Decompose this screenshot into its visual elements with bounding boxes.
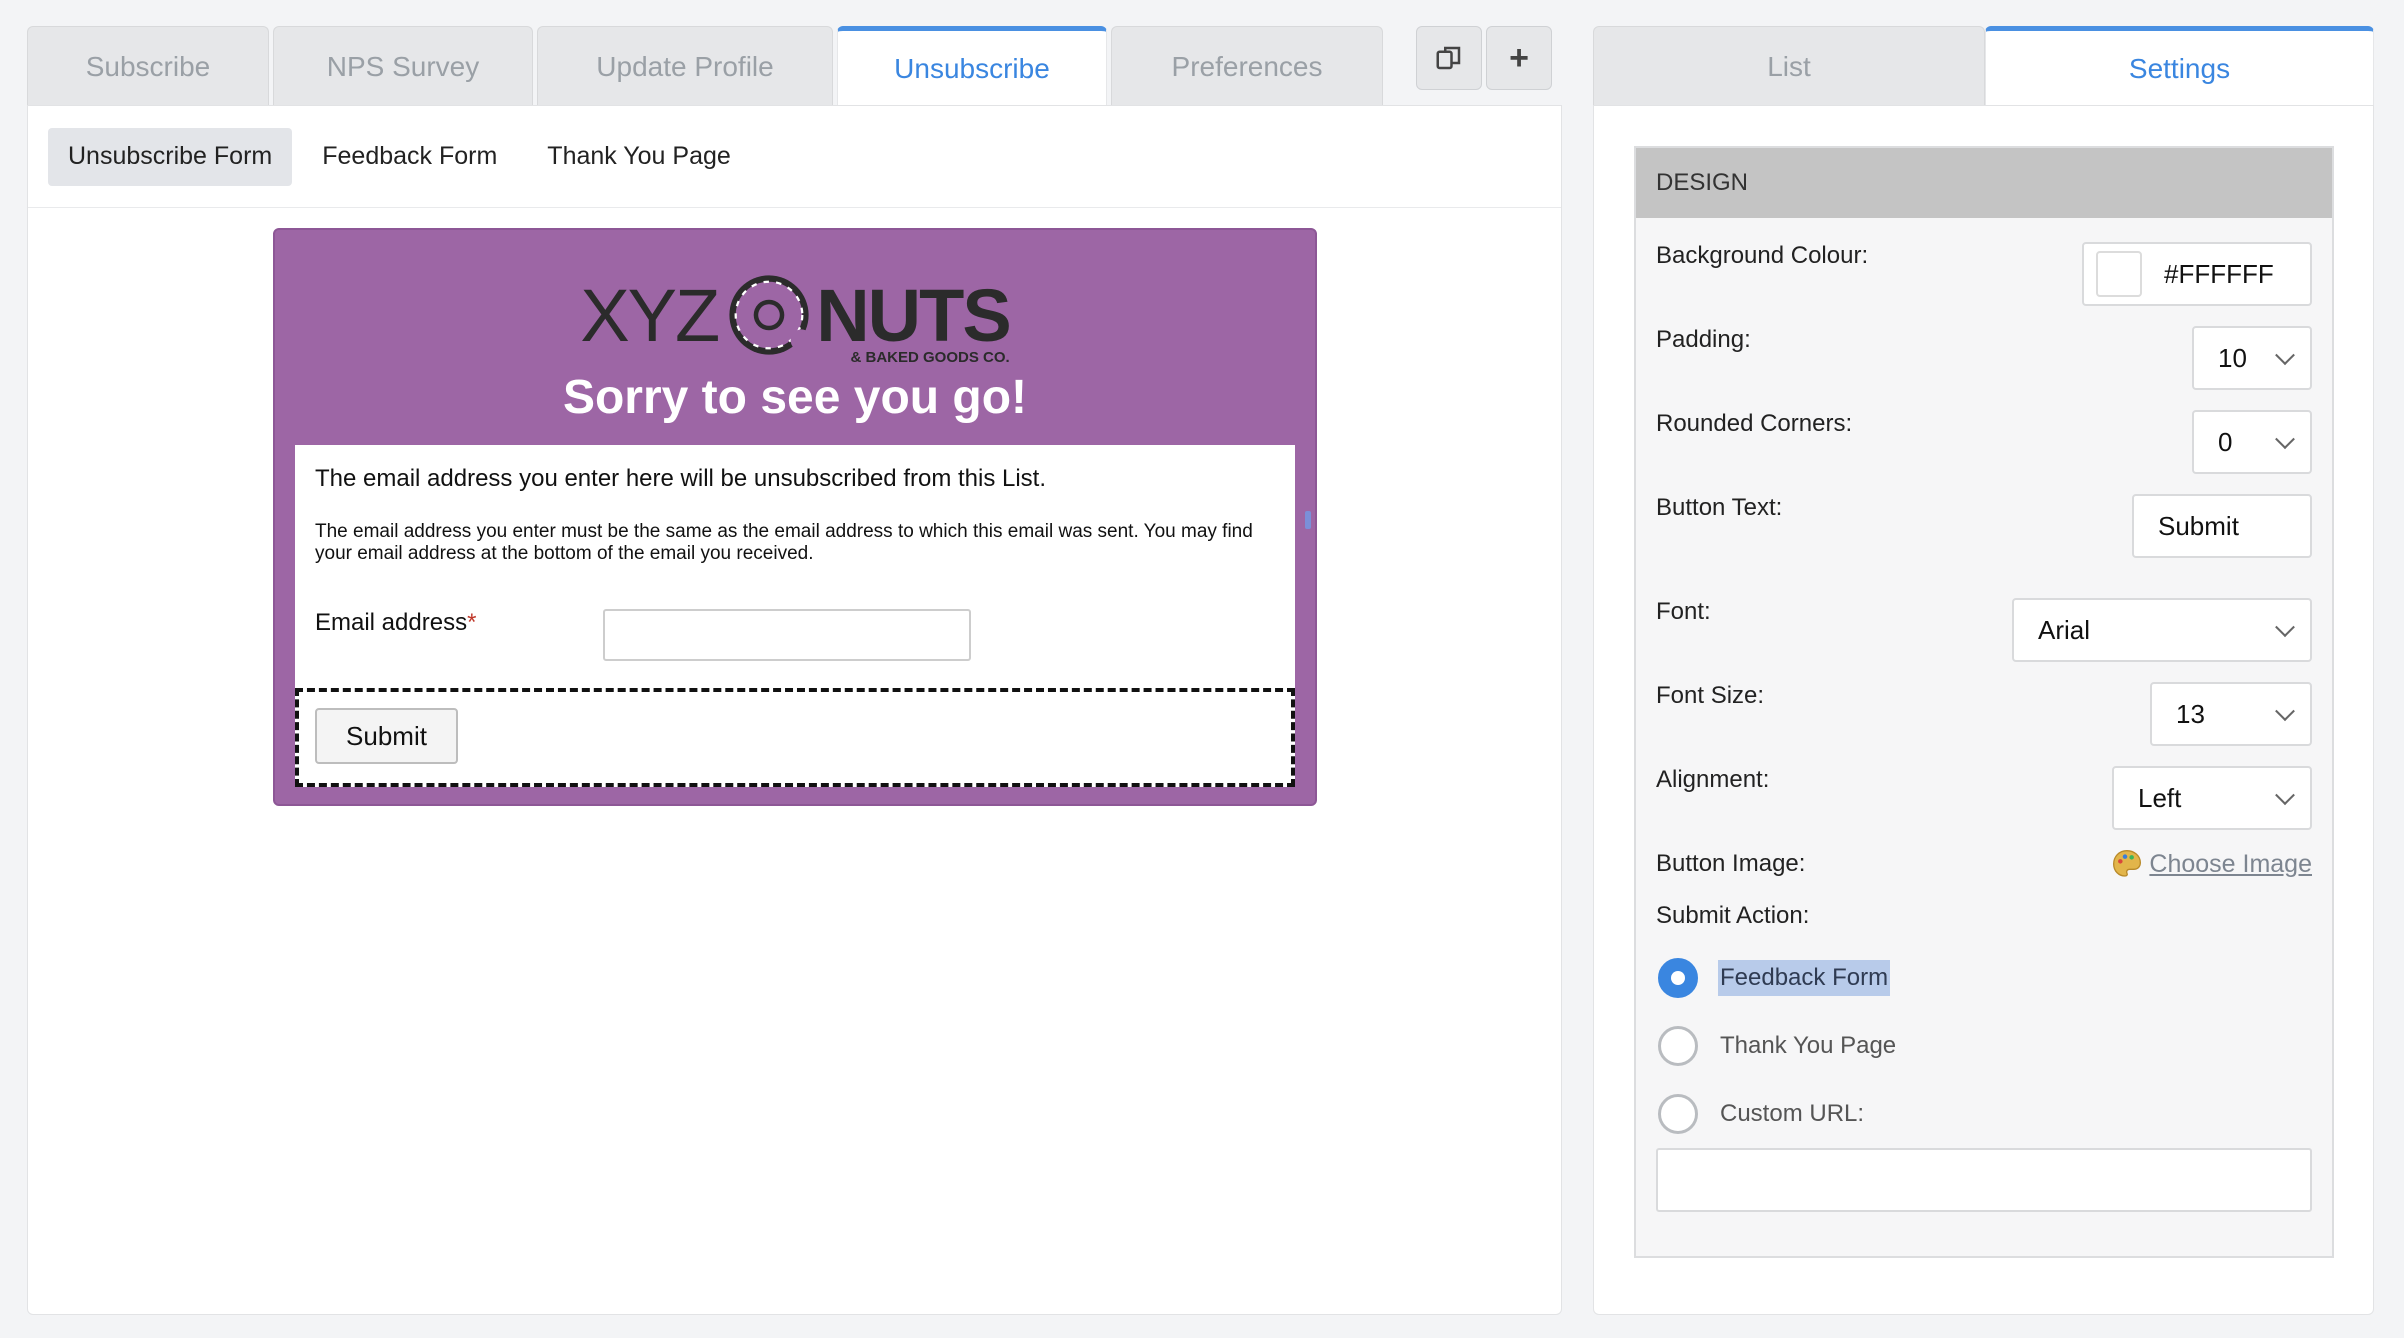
form-intro-text: The email address you enter here will be… bbox=[315, 465, 1047, 492]
tab-preferences[interactable]: Preferences bbox=[1111, 26, 1383, 106]
font-value: Arial bbox=[2038, 614, 2091, 645]
subtab-thank-you-page[interactable]: Thank You Page bbox=[527, 128, 751, 186]
sidebar-tabs: List Settings bbox=[1593, 26, 2374, 106]
form-editor-panel: Unsubscribe Form Feedback Form Thank You… bbox=[27, 105, 1562, 1315]
tab-unsubscribe[interactable]: Unsubscribe bbox=[837, 26, 1107, 106]
padding-value: 10 bbox=[2218, 342, 2247, 373]
radio-label: Custom URL: bbox=[1720, 1100, 1865, 1127]
logo-tagline: & BAKED GOODS CO. bbox=[850, 348, 1010, 366]
tab-subscribe[interactable]: Subscribe bbox=[27, 26, 269, 106]
form-body: The email address you enter here will be… bbox=[295, 445, 1295, 787]
submit-action-option-thank-you-page[interactable]: Thank You Page bbox=[1658, 1026, 1898, 1066]
subtab-feedback-form[interactable]: Feedback Form bbox=[302, 128, 517, 186]
submit-action-option-feedback-form[interactable]: Feedback Form bbox=[1658, 958, 1891, 998]
font-select[interactable]: Arial bbox=[2012, 598, 2312, 662]
plus-icon: + bbox=[1509, 38, 1529, 77]
submit-button[interactable]: Submit bbox=[315, 708, 458, 764]
form-note-text: The email address you enter must be the … bbox=[315, 521, 1253, 564]
submit-action-option-custom-url[interactable]: Custom URL: bbox=[1658, 1094, 1866, 1134]
logo-text-xyz: XYZ bbox=[580, 273, 720, 357]
email-label: Email address* bbox=[315, 609, 477, 636]
add-form-button[interactable]: + bbox=[1486, 26, 1552, 90]
submit-action-label: Submit Action: bbox=[1656, 902, 1810, 929]
selected-button-block[interactable]: Submit bbox=[295, 688, 1295, 787]
unsubscribe-form-preview: XYZ NUTS & BAKED GOODS CO. Sorry to see … bbox=[273, 228, 1317, 806]
rounded-corners-label: Rounded Corners: bbox=[1656, 410, 1853, 437]
colour-swatch bbox=[2096, 251, 2142, 297]
radio-feedback-form[interactable] bbox=[1658, 958, 1698, 998]
button-image-label: Button Image: bbox=[1656, 850, 1806, 877]
padding-select[interactable]: 10 bbox=[2192, 326, 2312, 390]
alignment-value: Left bbox=[2138, 782, 2182, 813]
chevron-down-icon bbox=[2275, 785, 2295, 806]
tab-list[interactable]: List bbox=[1593, 26, 1985, 106]
font-label: Font: bbox=[1656, 598, 1711, 625]
subtab-unsubscribe-form[interactable]: Unsubscribe Form bbox=[48, 127, 293, 186]
background-colour-picker[interactable]: #FFFFFF bbox=[2082, 242, 2312, 306]
required-mark: * bbox=[467, 609, 477, 636]
rounded-corners-value: 0 bbox=[2218, 426, 2233, 457]
choose-image-link[interactable]: Choose Image bbox=[2149, 850, 2312, 879]
design-section: DESIGN Background Colour: #FFFFFF Paddin… bbox=[1634, 146, 2334, 1258]
form-subtabs: Unsubscribe Form Feedback Form Thank You… bbox=[28, 106, 1561, 208]
font-size-select[interactable]: 13 bbox=[2150, 682, 2312, 746]
form-type-tabs: Subscribe NPS Survey Update Profile Unsu… bbox=[27, 26, 1387, 106]
logo-text-nuts: NUTS & BAKED GOODS CO. bbox=[816, 273, 1011, 366]
font-size-label: Font Size: bbox=[1656, 682, 1765, 709]
font-size-value: 13 bbox=[2176, 698, 2205, 729]
radio-custom-url[interactable] bbox=[1658, 1094, 1698, 1134]
button-text-value: Submit bbox=[2158, 510, 2239, 541]
radio-label: Thank You Page bbox=[1720, 1032, 1897, 1059]
palette-icon bbox=[2113, 849, 2142, 877]
donut-icon bbox=[729, 275, 813, 355]
tab-settings[interactable]: Settings bbox=[1985, 26, 2374, 106]
resize-handle[interactable] bbox=[1305, 511, 1311, 529]
email-input[interactable] bbox=[603, 609, 971, 661]
tab-nps-survey[interactable]: NPS Survey bbox=[273, 26, 533, 106]
design-header: DESIGN bbox=[1636, 148, 2332, 218]
choose-image-control[interactable]: Choose Image bbox=[2111, 848, 2312, 880]
background-colour-value: #FFFFFF bbox=[2164, 258, 2274, 289]
radio-label: Feedback Form bbox=[1718, 960, 1891, 996]
settings-panel: DESIGN Background Colour: #FFFFFF Paddin… bbox=[1593, 105, 2374, 1315]
chevron-down-icon bbox=[2275, 701, 2295, 722]
copy-icon bbox=[1436, 46, 1461, 70]
background-colour-label: Background Colour: bbox=[1656, 242, 1869, 269]
chevron-down-icon bbox=[2275, 429, 2295, 450]
alignment-label: Alignment: bbox=[1656, 766, 1770, 793]
alignment-select[interactable]: Left bbox=[2112, 766, 2312, 830]
radio-thank-you-page[interactable] bbox=[1658, 1026, 1698, 1066]
form-heading: Sorry to see you go! bbox=[562, 371, 1028, 424]
padding-label: Padding: bbox=[1656, 326, 1751, 353]
tab-update-profile[interactable]: Update Profile bbox=[537, 26, 833, 106]
brand-logo: XYZ NUTS & BAKED GOODS CO. bbox=[275, 265, 1315, 366]
copy-button[interactable] bbox=[1416, 26, 1482, 90]
button-text-label: Button Text: bbox=[1656, 494, 1783, 521]
custom-url-input[interactable] bbox=[1656, 1148, 2312, 1212]
chevron-down-icon bbox=[2275, 345, 2295, 366]
chevron-down-icon bbox=[2275, 617, 2295, 638]
button-text-input[interactable]: Submit bbox=[2132, 494, 2312, 558]
rounded-corners-select[interactable]: 0 bbox=[2192, 410, 2312, 474]
